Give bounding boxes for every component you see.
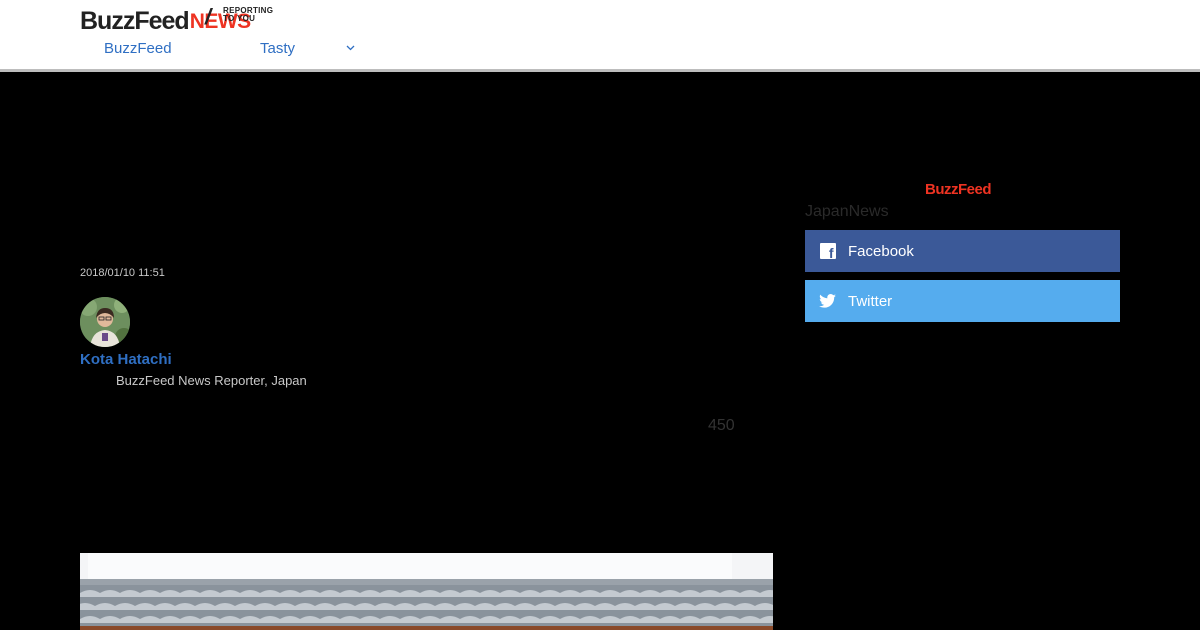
logo-buzzfeed-text: BuzzFeed	[80, 7, 190, 35]
author-avatar[interactable]	[80, 297, 130, 347]
share-count: 450	[708, 417, 735, 434]
nav-item-tasty[interactable]: Tasty	[260, 40, 295, 57]
twitter-icon	[819, 293, 836, 310]
site-header: BuzzFeed NEWS / REPORTING TO YOU BuzzFee…	[0, 0, 1200, 70]
twitter-share-button[interactable]: Twitter	[805, 280, 1120, 322]
author-name-link[interactable]: Kota Hatachi	[80, 351, 172, 368]
header-divider	[0, 69, 1200, 72]
tagline: REPORTING TO YOU	[223, 7, 273, 23]
facebook-icon: f	[819, 243, 836, 260]
sidebar-brand-subtitle: JapanNews	[805, 203, 889, 220]
facebook-share-button[interactable]: f Facebook	[805, 230, 1120, 272]
facebook-share-label: Facebook	[848, 242, 914, 260]
chevron-down-icon[interactable]	[346, 42, 355, 54]
article-hero-image	[80, 553, 773, 630]
sidebar-brand-logo: BuzzFeed	[925, 181, 992, 198]
logo-slash-icon: /	[205, 4, 212, 29]
author-title: BuzzFeed News Reporter, Japan	[116, 373, 307, 388]
article-date: 2018/01/10 11:51	[80, 267, 165, 279]
twitter-share-label: Twitter	[848, 292, 893, 310]
tagline-line-2: TO YOU	[223, 14, 256, 23]
nav-item-buzzfeed[interactable]: BuzzFeed	[104, 40, 172, 57]
